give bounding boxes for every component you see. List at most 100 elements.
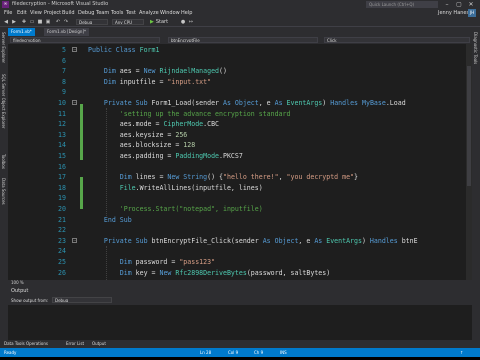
code-line[interactable]: 'setting up the advance encryption stand… bbox=[88, 109, 291, 120]
menu-help[interactable]: Help bbox=[181, 10, 192, 16]
menu-edit[interactable]: Edit bbox=[17, 10, 27, 16]
code-token: MyBase bbox=[362, 99, 386, 107]
code-line[interactable]: Dim lines = New String() {"hello there!"… bbox=[88, 172, 358, 183]
code-token: EventArgs bbox=[326, 236, 362, 245]
tab-form1-design[interactable]: Form1.vb [Design]* bbox=[44, 28, 90, 36]
tab-data-tools-operations[interactable]: Data Tools Operations bbox=[4, 341, 48, 346]
collapse-icon[interactable]: − bbox=[72, 47, 77, 52]
user-name[interactable]: Jenny Hanes bbox=[438, 10, 469, 16]
document-tabs: Form1.vb* Form1.vb [Design]* bbox=[8, 28, 472, 36]
menu-bar: File Edit View Project Build Debug Team … bbox=[0, 9, 480, 17]
code-token: Rfc2898DeriveBytes bbox=[175, 268, 247, 277]
close-icon[interactable]: ✕ bbox=[466, 0, 476, 9]
menu-test[interactable]: Test bbox=[126, 10, 136, 16]
code-token: New bbox=[143, 67, 160, 76]
code-token: aes = bbox=[119, 67, 144, 76]
code-token: key = bbox=[135, 268, 160, 277]
code-line[interactable]: Public Class Form1 bbox=[88, 45, 159, 56]
status-ch: Ch 9 bbox=[254, 350, 264, 355]
code-line[interactable]: Dim inputfile = "input.txt" bbox=[88, 77, 211, 88]
redo-icon[interactable]: ↷ bbox=[63, 19, 69, 25]
code-line[interactable]: File.WriteAllLines(inputfile, lines) bbox=[88, 183, 263, 194]
code-line[interactable]: 'Process.Start("notepad", inputfile) bbox=[88, 204, 263, 215]
output-toolbar: Show output from: Debug bbox=[8, 296, 472, 305]
object-dropdown[interactable]: btnEncryptFile bbox=[168, 37, 318, 43]
code-token: btnEncryptFile_Click(sender bbox=[151, 236, 263, 245]
start-button[interactable]: ▶ Start bbox=[150, 19, 168, 25]
data-sources-tab[interactable]: Data Sources bbox=[1, 178, 6, 205]
line-number: 8 bbox=[62, 77, 66, 86]
code-line[interactable]: aes.mode = CipherMode.CBC bbox=[88, 119, 219, 130]
quick-launch-input[interactable]: Quick Launch (Ctrl+Q) bbox=[366, 1, 438, 8]
new-project-icon[interactable]: ✚ bbox=[21, 19, 27, 25]
tab-error-list[interactable]: Error List bbox=[66, 341, 84, 346]
collapse-icon[interactable]: − bbox=[72, 100, 77, 105]
diagnostic-tools-tab[interactable]: Diagnostic Tools bbox=[473, 32, 478, 64]
save-all-icon[interactable]: ▣ bbox=[45, 19, 51, 25]
code-token: As bbox=[274, 99, 287, 107]
code-line[interactable]: Dim password = "pass123" bbox=[88, 257, 215, 268]
tab-output[interactable]: Output bbox=[92, 341, 106, 346]
menu-analyze[interactable]: Analyze bbox=[139, 10, 159, 16]
code-line[interactable]: End Sub bbox=[88, 215, 132, 226]
menu-tools[interactable]: Tools bbox=[111, 10, 123, 16]
platform-select[interactable]: Any CPU bbox=[112, 19, 144, 25]
change-indicator bbox=[80, 104, 83, 160]
menu-team[interactable]: Team bbox=[96, 10, 109, 16]
sql-object-explorer-tab[interactable]: SQL Server Object Explorer bbox=[1, 74, 6, 129]
open-icon[interactable]: ▭ bbox=[29, 19, 35, 25]
code-line[interactable]: Dim key = New Rfc2898DeriveBytes(passwor… bbox=[88, 268, 330, 279]
code-line[interactable]: aes.keysize = 256 bbox=[88, 130, 188, 141]
back-icon[interactable]: ◀ bbox=[3, 19, 9, 25]
step-icon[interactable]: ↦ bbox=[188, 19, 194, 25]
output-text-area[interactable] bbox=[8, 305, 472, 340]
output-title: Output bbox=[11, 288, 29, 294]
line-number: 13 bbox=[58, 130, 66, 139]
code-token: Private Sub bbox=[88, 99, 152, 107]
maximize-icon[interactable]: ▢ bbox=[454, 0, 464, 9]
project-dropdown[interactable]: filedecryption bbox=[10, 37, 160, 43]
code-token: () bbox=[219, 67, 227, 76]
line-number: 7 bbox=[62, 67, 66, 76]
indent-guide bbox=[106, 108, 107, 216]
line-number: 26 bbox=[58, 268, 66, 277]
forward-icon[interactable]: ▶ bbox=[11, 19, 17, 25]
code-line[interactable]: Private Sub btnEncryptFile_Click(sender … bbox=[88, 236, 418, 247]
code-line[interactable]: Private Sub Form1_Load(sender As Object,… bbox=[88, 98, 406, 109]
code-token: "input.txt" bbox=[167, 77, 212, 86]
code-token: aes.mode = bbox=[88, 120, 164, 129]
code-token: ) bbox=[361, 236, 370, 245]
minimize-icon[interactable]: – bbox=[442, 0, 452, 9]
tab-form1-vb[interactable]: Form1.vb* bbox=[8, 28, 35, 36]
menu-build[interactable]: Build bbox=[62, 10, 75, 16]
zoom-level[interactable]: 100 % bbox=[8, 280, 24, 285]
breakpoint-icon[interactable]: ● bbox=[180, 19, 186, 25]
collapse-icon[interactable]: − bbox=[72, 238, 77, 243]
code-line[interactable]: aes.padding = PaddingMode.PKCS7 bbox=[88, 151, 243, 162]
menu-debug[interactable]: Debug bbox=[78, 10, 94, 16]
avatar[interactable]: JH bbox=[468, 9, 476, 17]
code-token: .WriteAllLines(inputfile, lines) bbox=[135, 183, 263, 192]
window-title: filedecryption - Microsoft Visual Studio bbox=[12, 1, 109, 7]
status-bar: Ready Ln 28 Col 9 Ch 9 INS ↑ bbox=[0, 348, 480, 357]
menu-project[interactable]: Project bbox=[44, 10, 61, 16]
output-source-select[interactable]: Debug bbox=[52, 297, 112, 303]
code-line[interactable]: aes.blocksize = 128 bbox=[88, 140, 195, 151]
menu-file[interactable]: File bbox=[4, 10, 12, 16]
menu-view[interactable]: View bbox=[30, 10, 42, 16]
save-icon[interactable]: ■ bbox=[37, 19, 43, 25]
configuration-select[interactable]: Debug bbox=[76, 19, 108, 25]
menu-window[interactable]: Window bbox=[160, 10, 180, 16]
publish-icon[interactable]: ↑ bbox=[460, 350, 463, 355]
toolbox-tab[interactable]: Toolbox bbox=[1, 154, 6, 169]
code-token: Dim bbox=[88, 268, 136, 277]
line-number: 12 bbox=[58, 120, 66, 129]
undo-icon[interactable]: ↶ bbox=[55, 19, 61, 25]
code-line[interactable]: Dim aes = New RijndaelManaged() bbox=[88, 66, 227, 77]
code-token: aes.padding = bbox=[88, 152, 176, 160]
editor-vertical-scrollbar[interactable] bbox=[466, 44, 472, 280]
server-explorer-tab[interactable]: Server Explorer bbox=[1, 32, 6, 63]
event-dropdown[interactable]: Click bbox=[324, 37, 470, 43]
scrollbar-thumb[interactable] bbox=[467, 66, 471, 186]
code-editor[interactable]: 5 6 78 9 10 11 1213 14 15 16 1718 19 20 21 2223 24 25 26 2… bbox=[8, 44, 472, 280]
